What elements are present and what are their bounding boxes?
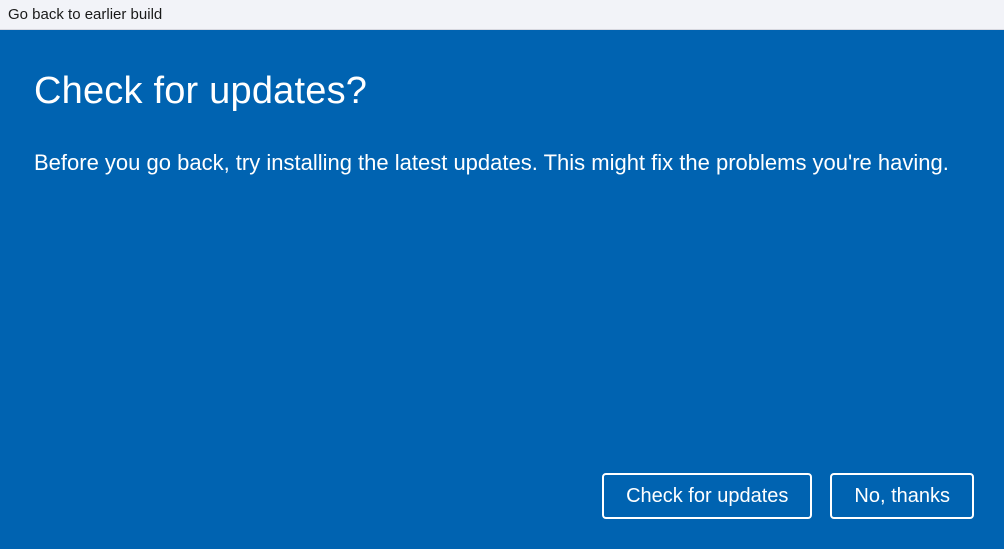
title-bar: Go back to earlier build (0, 0, 1004, 30)
main-content: Check for updates? Before you go back, t… (0, 30, 1004, 549)
no-thanks-button[interactable]: No, thanks (830, 473, 974, 519)
check-for-updates-button[interactable]: Check for updates (602, 473, 812, 519)
page-body-text: Before you go back, try installing the l… (34, 147, 954, 179)
page-heading: Check for updates? (34, 70, 970, 113)
button-row: Check for updates No, thanks (602, 473, 974, 519)
window-title: Go back to earlier build (8, 6, 162, 23)
